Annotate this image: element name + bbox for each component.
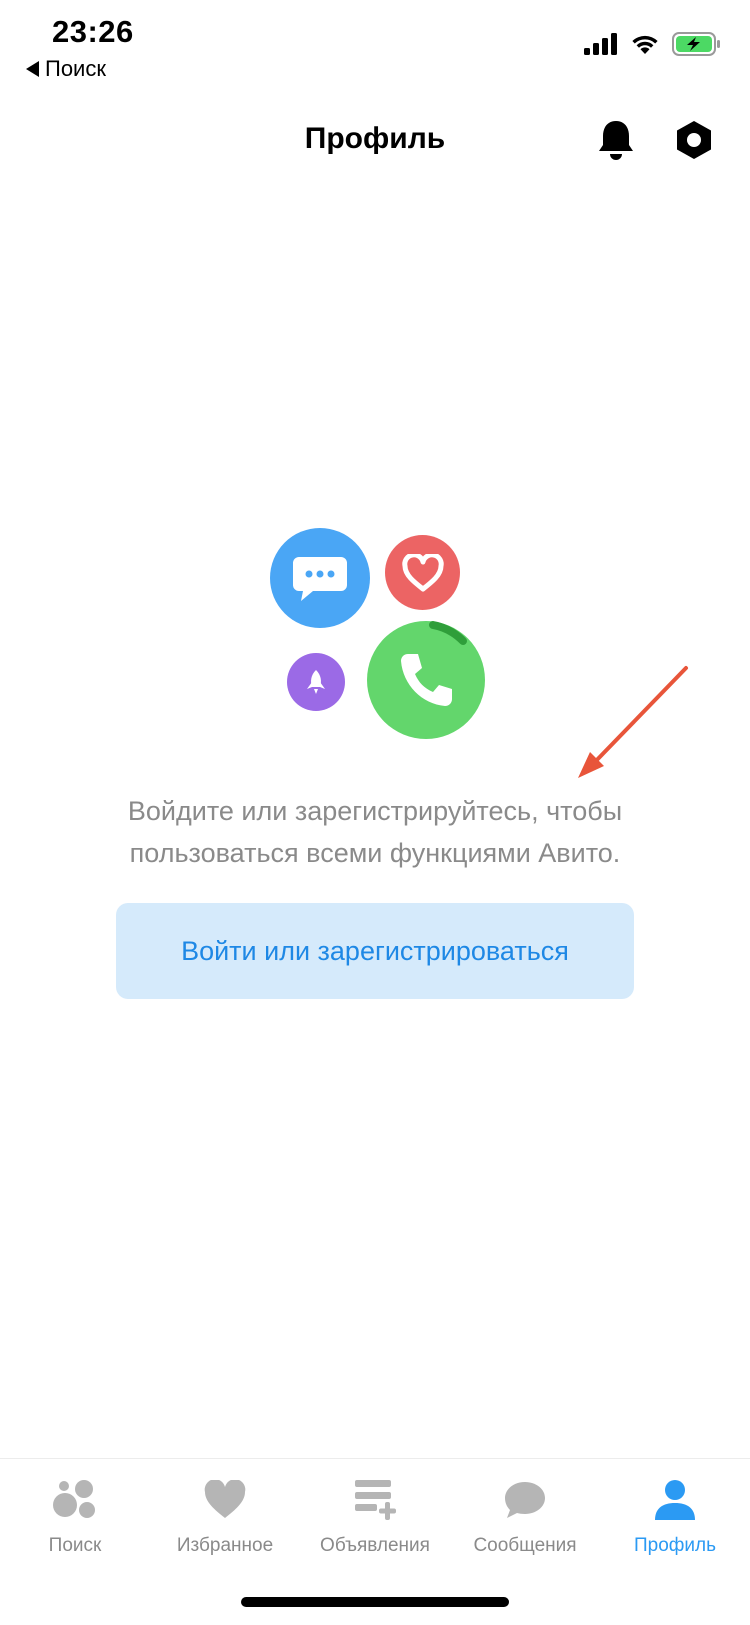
tab-ads[interactable]: Объявления <box>300 1459 450 1569</box>
chat-bubble-icon <box>293 557 347 601</box>
add-listing-icon <box>355 1480 396 1520</box>
login-prompt-text: Войдите или зарегистрируйтесь, чтобы пол… <box>127 796 623 868</box>
nav-header: Профиль <box>0 100 750 182</box>
user-icon <box>655 1480 695 1520</box>
back-to-search-link[interactable]: Поиск <box>26 56 106 82</box>
battery-charging-icon <box>672 32 720 56</box>
back-arrow-icon <box>26 61 39 77</box>
status-icons <box>584 32 722 56</box>
settings-icon <box>677 121 711 159</box>
status-time: 23:26 <box>52 14 134 49</box>
status-bar: 23:26 Поиск <box>0 0 750 100</box>
chat-circle <box>270 528 370 628</box>
message-bubble-icon <box>505 1482 545 1518</box>
heart-icon <box>204 1480 246 1518</box>
tab-favorites-label: Избранное <box>176 1535 274 1556</box>
search-dots-icon <box>53 1480 95 1518</box>
wifi-icon <box>632 35 658 54</box>
tab-messages[interactable]: Сообщения <box>450 1459 600 1569</box>
rocket-icon <box>307 670 325 694</box>
bell-icon <box>599 121 633 160</box>
home-indicator[interactable] <box>241 1597 509 1607</box>
tab-search-label: Поиск <box>48 1535 102 1556</box>
features-illustration <box>265 525 495 745</box>
tab-profile[interactable]: Профиль <box>600 1459 750 1569</box>
cellular-signal-icon <box>584 33 617 55</box>
progress-arc-icon <box>429 621 467 645</box>
back-link-label: Поиск <box>45 56 106 81</box>
tab-search[interactable]: Поиск <box>0 1459 150 1569</box>
heart-icon <box>401 553 444 591</box>
rocket-circle <box>287 653 345 711</box>
notifications-button[interactable] <box>592 116 640 164</box>
tab-ads-label: Объявления <box>320 1535 430 1556</box>
tab-favorites[interactable]: Избранное <box>150 1459 300 1569</box>
settings-button[interactable] <box>670 116 718 164</box>
heart-circle <box>385 535 460 610</box>
tab-profile-label: Профиль <box>633 1535 717 1556</box>
login-register-button[interactable]: Войти или зарегистрироваться <box>116 903 634 999</box>
tab-messages-label: Сообщения <box>473 1535 577 1556</box>
